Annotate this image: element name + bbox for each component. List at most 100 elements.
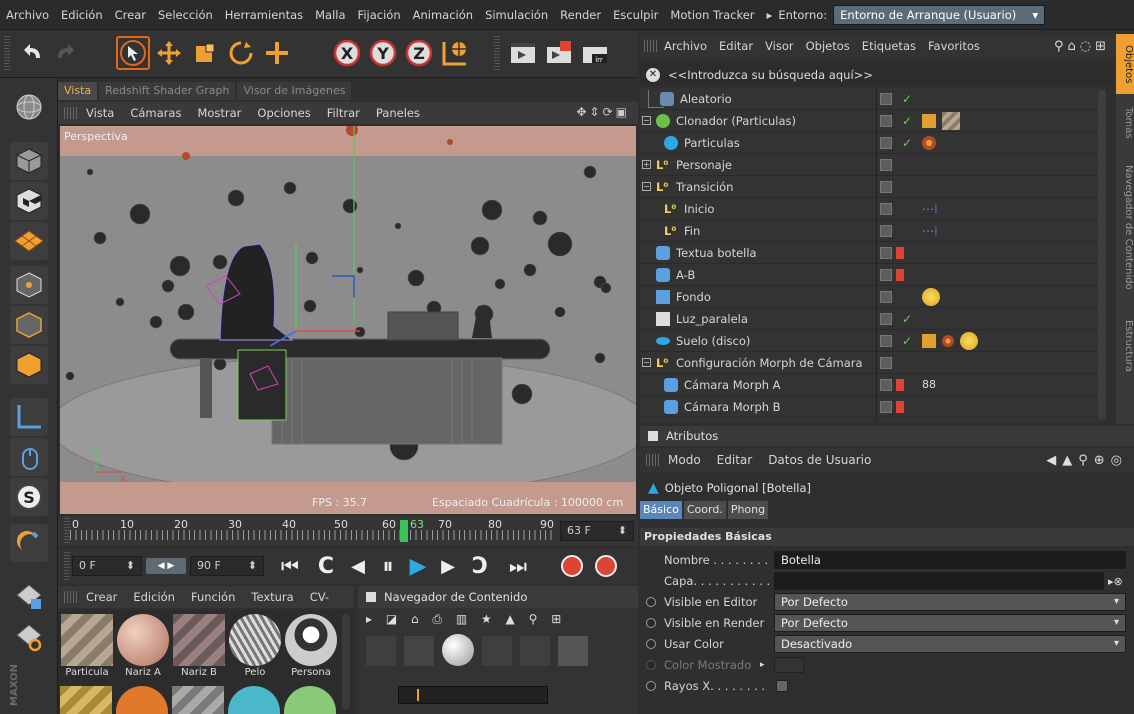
expand-arrow-icon[interactable]: ▸ (760, 660, 765, 670)
tag-icon[interactable] (942, 334, 954, 347)
name-field[interactable]: Botella (774, 551, 1126, 569)
content-item[interactable] (558, 636, 588, 666)
tag-icon[interactable]: ⋯⁞ (922, 202, 938, 216)
object-row[interactable]: − Clonador (Particulas) ✓ (640, 110, 1106, 132)
visible-editor-select[interactable]: Por Defecto ▾ (774, 593, 1126, 611)
object-menu-archivo[interactable]: Archivo (658, 39, 713, 53)
material-item[interactable]: Nariz B (172, 614, 226, 680)
visibility-toggle[interactable] (880, 114, 892, 127)
object-menu-favoritos[interactable]: Favoritos (922, 39, 986, 53)
prev-key-button[interactable]: C (312, 552, 340, 580)
material-preview[interactable] (228, 686, 280, 714)
object-list-scrollbar[interactable] (1098, 90, 1106, 420)
object-row[interactable]: + L⁰ Personaje (640, 154, 1106, 176)
animate-radio-icon[interactable] (646, 681, 656, 691)
last-tool-button[interactable] (260, 36, 294, 70)
range-slider[interactable]: ◀ ▶ (146, 558, 186, 574)
scale-tool-button[interactable] (188, 36, 222, 70)
object-row[interactable]: Aleatorio ✓ (640, 88, 1106, 110)
menu-render[interactable]: Render (554, 0, 607, 30)
menu-fijacion[interactable]: Fijación (352, 0, 407, 30)
tab-estructura[interactable]: Estructura (1116, 306, 1134, 386)
tag-icon[interactable] (922, 135, 936, 150)
object-row[interactable]: Luz_paralela ✓ (640, 308, 1106, 330)
toolbar-grip[interactable] (4, 36, 10, 70)
attributes-menu-datos-usuario[interactable]: Datos de Usuario (760, 453, 879, 467)
viewport-menu-camaras[interactable]: Cámaras (122, 106, 189, 120)
object-row[interactable]: Cámara Morph B (640, 396, 1106, 418)
visibility-toggle[interactable] (880, 400, 892, 413)
rotate-tool-button[interactable] (224, 36, 258, 70)
xray-checkbox[interactable] (776, 680, 788, 692)
menu-crear[interactable]: Crear (109, 0, 152, 30)
autokey-button[interactable] (592, 552, 620, 580)
tag-icon[interactable]: 88 (922, 378, 936, 391)
material-scrollbar[interactable] (342, 614, 350, 710)
play-button[interactable]: ▶ (404, 552, 432, 580)
material-item[interactable]: Nariz A (116, 614, 170, 680)
object-menu-objetos[interactable]: Objetos (800, 39, 856, 53)
attributes-grip[interactable] (646, 454, 660, 466)
object-row[interactable]: − L⁰ Configuración Morph de Cámara (640, 352, 1106, 374)
object-menu-editar[interactable]: Editar (713, 39, 759, 53)
current-frame-field[interactable]: 63 F ⬍ (560, 521, 634, 541)
edges-mode-button[interactable] (10, 306, 48, 344)
tab-objetos[interactable]: Objetos (1116, 34, 1134, 94)
go-to-start-button[interactable]: ⏮ (276, 552, 304, 580)
tag-icon[interactable] (922, 333, 936, 348)
material-menu-textura[interactable]: Textura (243, 590, 301, 604)
y-axis-button[interactable]: Y (366, 36, 400, 70)
material-tag-icon[interactable] (922, 287, 940, 306)
visible-render-select[interactable]: Por Defecto ▾ (774, 614, 1126, 632)
record-keys-button[interactable] (558, 552, 586, 580)
lock-workplane-button[interactable] (10, 578, 48, 616)
visibility-toggle[interactable] (880, 246, 892, 259)
axis-mode-button[interactable] (10, 398, 48, 436)
tab-phong[interactable]: Phong (727, 501, 769, 519)
layer-field[interactable] (774, 572, 1104, 590)
material-grip[interactable] (64, 591, 78, 603)
enabled-check-icon[interactable]: ✓ (902, 136, 912, 150)
object-menu-visor[interactable]: Visor (759, 39, 800, 53)
object-row[interactable]: Particulas ✓ (640, 132, 1106, 154)
magnet-button[interactable] (10, 524, 48, 562)
viewport-menu-vista[interactable]: Vista (78, 106, 122, 120)
render-settings-button[interactable]: irr (578, 36, 612, 70)
enabled-check-icon[interactable]: ✓ (902, 312, 912, 326)
attributes-nav-tools[interactable]: ◀▲⚲⊕◎ (1046, 453, 1128, 468)
visibility-toggle[interactable] (880, 158, 892, 171)
use-color-select[interactable]: Desactivado ▾ (774, 635, 1126, 653)
render-picture-viewer-button[interactable] (542, 36, 576, 70)
camera-label[interactable]: Perspectiva (64, 130, 128, 143)
content-browser-toolbar[interactable]: ▸ ◪ ⌂ ⎙ ▥ ★ ▲ ⚲ ⊞ (366, 612, 566, 627)
viewport-menu-mostrar[interactable]: Mostrar (189, 106, 249, 120)
render-view-button[interactable] (506, 36, 540, 70)
env-select[interactable]: Entorno de Arranque (Usuario) ▾ (833, 4, 1046, 25)
model-mode-button[interactable] (10, 142, 48, 180)
material-item[interactable]: Persona (284, 614, 338, 680)
disabled-dot-icon[interactable] (896, 378, 904, 391)
object-row[interactable]: − L⁰ Transición (640, 176, 1106, 198)
visibility-toggle[interactable] (880, 268, 892, 281)
collapse-icon[interactable]: − (642, 358, 651, 367)
visibility-toggle[interactable] (880, 290, 892, 303)
tab-basico[interactable]: Básico (640, 501, 682, 519)
content-item[interactable] (520, 636, 550, 666)
playhead[interactable] (400, 520, 408, 542)
visibility-toggle[interactable] (880, 202, 892, 215)
material-preview[interactable] (172, 686, 224, 714)
menu-seleccion[interactable]: Selección (152, 0, 219, 30)
content-item[interactable] (442, 634, 474, 666)
material-menu-funcion[interactable]: Función (183, 590, 243, 604)
material-item[interactable]: Particula (60, 614, 114, 680)
x-axis-button[interactable]: X (330, 36, 364, 70)
tab-vista[interactable]: Vista (58, 82, 98, 100)
move-tool-button[interactable] (152, 36, 186, 70)
enabled-check-icon[interactable]: ✓ (902, 92, 912, 106)
object-row[interactable]: Cámara Morph A 88 (640, 374, 1106, 396)
tab-redshift-shader-graph[interactable]: Redshift Shader Graph (99, 82, 236, 100)
layer-menu-icon[interactable]: ▸⊗ (1108, 575, 1123, 588)
object-manager-tools[interactable]: ⚲⌂◌⊞ (1054, 39, 1110, 54)
points-mode-button[interactable] (10, 266, 48, 304)
enabled-check-icon[interactable]: ✓ (902, 334, 912, 348)
